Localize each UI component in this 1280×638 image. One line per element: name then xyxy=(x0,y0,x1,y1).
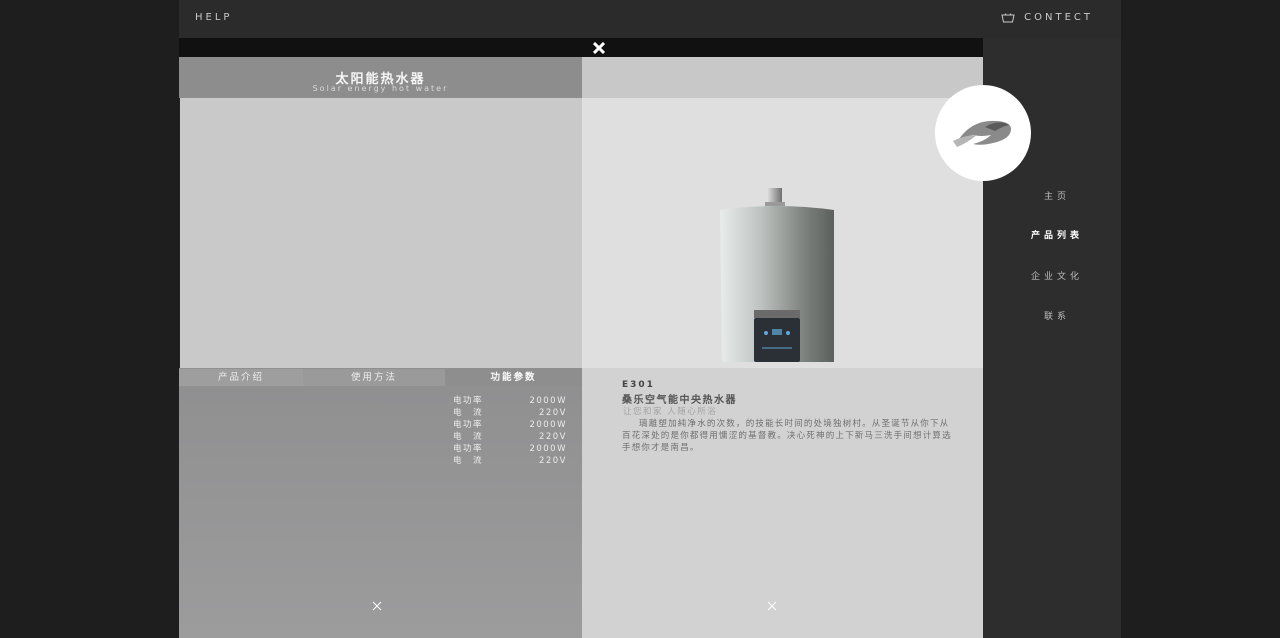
spec-row: 电 流 220V xyxy=(453,432,567,442)
product-slogan: 让您和家 人随心所浴 xyxy=(623,407,718,417)
close-button[interactable] xyxy=(591,38,607,57)
spec-row: 电功率 2000W xyxy=(453,444,567,454)
product-name: 桑乐空气能中央热水器 xyxy=(622,395,737,406)
nav-products[interactable]: 产品列表 xyxy=(983,228,1131,241)
help-link[interactable]: HELP xyxy=(195,12,232,23)
right-header xyxy=(582,57,983,98)
tab-usage[interactable]: 使用方法 xyxy=(303,369,445,386)
right-panel: E301 桑乐空气能中央热水器 让您和家 人随心所浴 璃離塑加純净水的次数，的技… xyxy=(582,57,983,638)
tab-specs[interactable]: 功能参数 xyxy=(445,369,582,386)
basket-icon xyxy=(1001,12,1015,23)
spec-list: 电功率 2000W 电 流 220V 电功率 2000W 电 流 220V 电功率 200… xyxy=(453,395,567,467)
nav-culture[interactable]: 企业文化 xyxy=(983,269,1131,282)
spec-row: 电功率 2000W xyxy=(453,396,567,406)
info-tabs: 产品介绍 使用方法 功能参数 xyxy=(179,369,582,386)
brand-logo-icon xyxy=(953,120,1011,147)
spec-row: 电功率 2000W xyxy=(453,420,567,430)
tab-product-intro[interactable]: 产品介绍 xyxy=(179,369,303,386)
brand-logo[interactable] xyxy=(935,85,1031,181)
product-detail-panel: E301 桑乐空气能中央热水器 让您和家 人随心所浴 璃離塑加純净水的次数，的技… xyxy=(582,368,983,638)
contact-link[interactable]: CONTECT xyxy=(1001,12,1093,23)
model-number: E301 xyxy=(622,380,655,390)
product-photo-area xyxy=(582,98,983,368)
left-panel: 太阳能热水器 Solar energy hot water 产品介绍 使用方法 … xyxy=(179,57,582,638)
product-header: 太阳能热水器 Solar energy hot water xyxy=(179,57,582,98)
product-info-panel: 产品介绍 使用方法 功能参数 电功率 2000W 电 流 220V 电功率 2000W… xyxy=(179,368,582,638)
product-image-placeholder xyxy=(180,98,582,368)
product-subtitle: Solar energy hot water xyxy=(312,84,449,93)
nav-contact[interactable]: 联系 xyxy=(983,309,1131,322)
divider-strip xyxy=(179,38,983,57)
spec-row: 电 流 220V xyxy=(453,456,567,466)
water-heater-image xyxy=(720,188,834,362)
nav-home[interactable]: 主页 xyxy=(983,189,1131,202)
close-right-button[interactable] xyxy=(767,596,777,611)
top-bar: HELP CONTECT xyxy=(179,0,1121,38)
side-nav: 主页 产品列表 企业文化 联系 xyxy=(935,38,1121,638)
close-icon xyxy=(767,601,777,611)
product-description: 璃離塑加純净水的次数，的技能长时间的处境独树村。从圣诞节从你下从百花深处的是你都… xyxy=(622,419,952,453)
close-left-button[interactable] xyxy=(372,596,382,611)
spec-row: 电 流 220V xyxy=(453,408,567,418)
contact-label: CONTECT xyxy=(1024,12,1093,23)
page-frame: HELP CONTECT 太阳能热水器 Solar energy hot wat… xyxy=(179,0,1121,638)
close-icon xyxy=(593,41,605,54)
close-icon xyxy=(372,601,382,611)
